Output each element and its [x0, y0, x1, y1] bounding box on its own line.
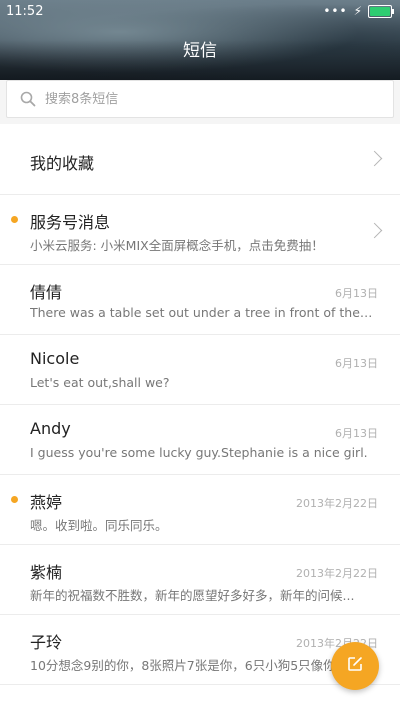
message-sender: Andy: [30, 419, 71, 438]
message-sender: Nicole: [30, 349, 80, 368]
message-preview: There was a table set out under a tree i…: [30, 305, 375, 320]
message-sender: 倩倩: [30, 283, 63, 302]
search-input[interactable]: [43, 90, 367, 108]
bolt-icon: ⚡: [353, 4, 362, 18]
battery-icon: [368, 4, 394, 18]
compose-icon: [346, 655, 364, 677]
message-date: 6月13日: [335, 427, 378, 440]
message-sender: 紫楠: [30, 563, 63, 582]
message-list: 服务号消息 小米云服务: 小米MIX全面屏概念手机，点击免费抽！ 倩倩 6月13…: [0, 195, 400, 685]
message-item[interactable]: 倩倩 6月13日 There was a table set out under…: [0, 265, 400, 335]
status-bar: 11:52 ••• ⚡: [0, 0, 400, 24]
message-sender: 燕婷: [30, 493, 63, 512]
message-date: 6月13日: [335, 287, 378, 300]
message-item[interactable]: Nicole 6月13日 Let's eat out,shall we?: [0, 335, 400, 405]
message-item-service[interactable]: 服务号消息 小米云服务: 小米MIX全面屏概念手机，点击免费抽！: [0, 195, 400, 265]
message-sender: 子玲: [30, 633, 63, 652]
search-icon: [13, 91, 43, 107]
chevron-right-icon: [366, 150, 383, 167]
search-box[interactable]: [6, 80, 394, 118]
message-date: 2013年2月22日: [296, 567, 378, 580]
search-area: [0, 80, 400, 124]
message-date: 2013年2月22日: [296, 497, 378, 510]
message-preview: 小米云服务: 小米MIX全面屏概念手机，点击免费抽！: [30, 238, 324, 253]
message-item[interactable]: 紫楠 2013年2月22日 新年的祝福数不胜数，新年的愿望好多好多，新年的问候.…: [0, 545, 400, 615]
message-preview: I guess you're some lucky guy.Stephanie …: [30, 445, 368, 460]
status-indicators: ••• ⚡: [323, 4, 394, 18]
message-preview: 嗯。收到啦。同乐同乐。: [30, 518, 168, 533]
status-time: 11:52: [6, 4, 44, 19]
message-preview: Let's eat out,shall we?: [30, 375, 170, 390]
unread-dot: [11, 496, 18, 503]
unread-dot: [11, 216, 18, 223]
signal-dots: •••: [323, 4, 348, 18]
message-item[interactable]: 燕婷 2013年2月22日 嗯。收到啦。同乐同乐。: [0, 475, 400, 545]
chevron-right-icon: [366, 222, 383, 239]
message-item[interactable]: Andy 6月13日 I guess you're some lucky guy…: [0, 405, 400, 475]
header: 11:52 ••• ⚡ 短信: [0, 0, 400, 80]
message-sender: 服务号消息: [30, 213, 111, 232]
compose-button[interactable]: [331, 642, 379, 690]
message-preview: 新年的祝福数不胜数，新年的愿望好多好多，新年的问候...: [30, 588, 355, 603]
message-date: 6月13日: [335, 357, 378, 370]
favorites-label: 我的收藏: [30, 154, 95, 173]
favorites-row[interactable]: 我的收藏: [0, 124, 400, 195]
message-preview: 10分想念9别的你，8张照片7张是你，6只小狗5只像你...: [30, 658, 348, 673]
page-title: 短信: [183, 41, 217, 61]
